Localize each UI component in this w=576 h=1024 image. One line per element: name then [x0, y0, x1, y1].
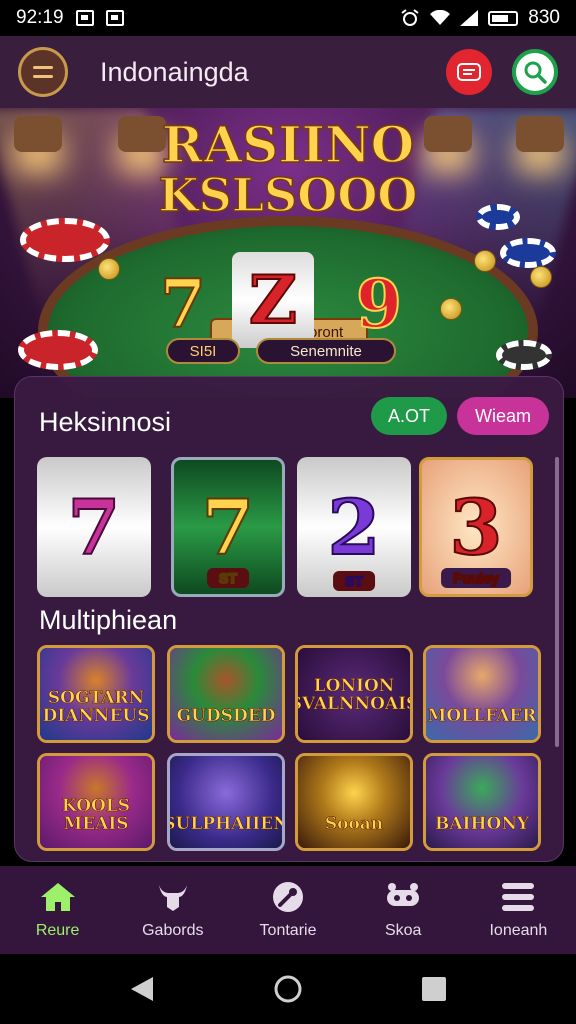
game-tile[interactable]: BAIHONY: [423, 753, 541, 851]
section-title: Heksinnosi: [39, 407, 172, 437]
slot-game-card[interactable]: 7: [37, 457, 151, 597]
app-title: Indonaingda: [100, 56, 249, 87]
nav-item-skoa[interactable]: Skoa: [346, 866, 461, 954]
list-icon: [498, 880, 538, 914]
poker-chip-icon: [20, 218, 110, 262]
section-title: Multiphiean: [39, 605, 178, 635]
coin-icon: [474, 250, 496, 272]
notification-icon: [75, 10, 94, 26]
back-icon[interactable]: [129, 975, 155, 1003]
alarm-icon: [401, 9, 419, 26]
slot-tag: ST: [207, 568, 249, 588]
game-tile-title: SULPHAIIEN: [167, 814, 285, 835]
slot-symbol: 7: [201, 482, 256, 573]
poker-chip-icon: [18, 330, 98, 370]
coin-icon: [98, 258, 120, 280]
bull-icon: [153, 880, 193, 914]
banner-pill-left: SI5I: [166, 338, 240, 364]
banner-title: RASIINO KSLSOOO: [158, 115, 418, 222]
chat-icon[interactable]: [446, 49, 492, 95]
game-tile[interactable]: MOLLFAER: [423, 645, 541, 743]
nav-label: Ioneanh: [489, 922, 548, 939]
coin-icon: [440, 298, 462, 320]
bottom-navigation: Reure Gabords Tontarie Skoa Ioneanh: [0, 866, 576, 954]
search-icon[interactable]: [512, 49, 558, 95]
tab-aot[interactable]: A.OT: [371, 397, 447, 435]
battery-level: 830: [528, 7, 560, 28]
game-tile[interactable]: KOOLS MEAIS: [37, 753, 155, 851]
wifi-icon: [430, 10, 451, 25]
game-tile[interactable]: LONION SVALNNOAIS: [295, 645, 413, 743]
nav-label: Skoa: [384, 922, 422, 939]
slot-game-card[interactable]: 2 ST: [297, 457, 411, 597]
wrench-icon: [268, 880, 308, 914]
nav-label: Reure: [35, 922, 80, 939]
game-tile-title: LONION SVALNNOAIS: [295, 676, 413, 715]
home-button-icon[interactable]: [273, 974, 303, 1004]
slot-game-card[interactable]: 7 ST: [171, 457, 285, 597]
game-tile-title: BAIHONY: [434, 814, 530, 835]
game-tile-title: MOLLFAER: [427, 706, 537, 727]
promo-banner[interactable]: RASIINO KSLSOOO Asudon Cooront 7 Z 9 SI5…: [0, 108, 576, 398]
home-icon: [38, 880, 78, 914]
signal-icon: [460, 10, 479, 26]
nav-label: Tontarie: [259, 922, 317, 939]
slot-tag: Puuley: [441, 568, 511, 588]
banner-pill-right: Senemnite: [256, 338, 396, 364]
hamburger-menu-icon[interactable]: [18, 47, 68, 97]
recents-icon[interactable]: [421, 976, 447, 1002]
slot-symbol: 2: [327, 482, 382, 573]
nav-item-tontarie[interactable]: Tontarie: [230, 866, 345, 954]
game-tile[interactable]: GUDSDED: [167, 645, 285, 743]
reel-symbol: Z: [232, 252, 314, 348]
game-tile-title: GUDSDED: [176, 706, 276, 727]
poker-chip-icon: [496, 340, 552, 370]
nav-item-home[interactable]: Reure: [0, 866, 115, 954]
game-tile[interactable]: Sooan: [295, 753, 413, 851]
slot-game-card[interactable]: 3 Puuley: [419, 457, 533, 597]
status-bar: 92:19 830: [0, 0, 576, 36]
nav-item-gabords[interactable]: Gabords: [115, 866, 230, 954]
controller-icon: [383, 880, 423, 914]
slot-symbol: 7: [67, 482, 122, 573]
coin-icon: [530, 266, 552, 288]
game-tile[interactable]: SULPHAIIEN: [167, 753, 285, 851]
app-header: Indonaingda: [0, 36, 576, 108]
poker-chip-icon: [500, 238, 556, 268]
tab-wieam[interactable]: Wieam: [457, 397, 549, 435]
game-tile[interactable]: SOGTARN DIANNEUS: [37, 645, 155, 743]
notification-icon: [105, 10, 124, 26]
nav-item-ioneanh[interactable]: Ioneanh: [461, 866, 576, 954]
game-tile-title: SOGTARN DIANNEUS: [42, 688, 150, 727]
slot-symbol: 3: [449, 482, 504, 573]
slot-tag: ST: [333, 571, 375, 591]
game-tile-title: KOOLS MEAIS: [61, 796, 131, 835]
system-navigation-bar: [0, 954, 576, 1024]
games-panel: Heksinnosi A.OT Wieam 7 7 ST 2 ST 3 Puul…: [14, 376, 564, 862]
game-tile-title: Sooan: [324, 814, 384, 835]
nav-label: Gabords: [142, 922, 204, 939]
scrollbar[interactable]: [555, 457, 559, 747]
status-time: 92:19: [16, 7, 64, 28]
battery-icon: [488, 10, 519, 26]
